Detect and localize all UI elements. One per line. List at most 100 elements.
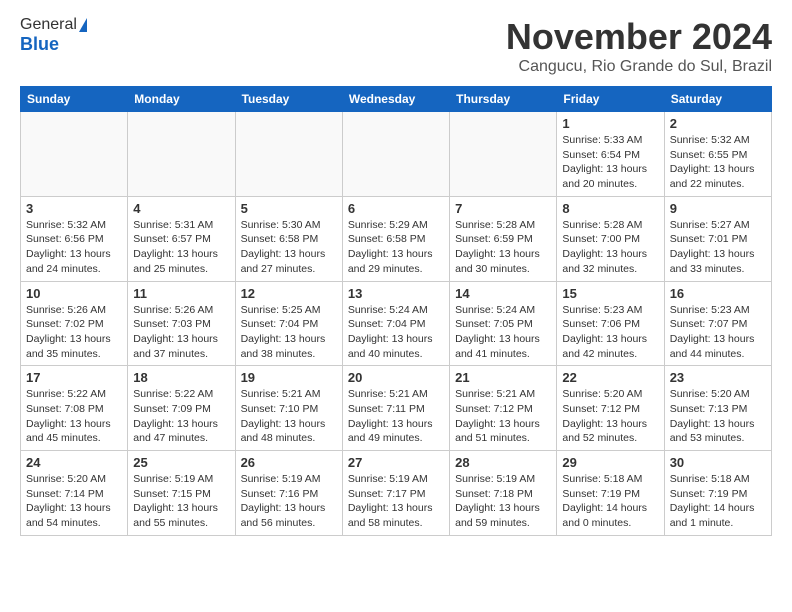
day-detail: Sunrise: 5:20 AM Sunset: 7:13 PM Dayligh… — [670, 387, 766, 446]
calendar-cell: 22 Sunrise: 5:20 AM Sunset: 7:12 PM Dayli… — [557, 366, 664, 451]
day-detail: Sunrise: 5:24 AM Sunset: 7:04 PM Dayligh… — [348, 303, 444, 362]
day-detail: Sunrise: 5:20 AM Sunset: 7:12 PM Dayligh… — [562, 387, 658, 446]
calendar-cell: 27 Sunrise: 5:19 AM Sunset: 7:17 PM Dayli… — [342, 451, 449, 536]
day-number: 1 — [562, 116, 658, 131]
weekday-header-sunday: Sunday — [21, 87, 128, 112]
calendar-cell: 23 Sunrise: 5:20 AM Sunset: 7:13 PM Dayli… — [664, 366, 771, 451]
day-detail: Sunrise: 5:32 AM Sunset: 6:55 PM Dayligh… — [670, 133, 766, 192]
calendar-cell: 12 Sunrise: 5:25 AM Sunset: 7:04 PM Dayli… — [235, 281, 342, 366]
calendar-cell: 10 Sunrise: 5:26 AM Sunset: 7:02 PM Dayli… — [21, 281, 128, 366]
calendar-cell: 7Sunrise: 5:28 AM Sunset: 6:59 PM Daylig… — [450, 196, 557, 281]
day-detail: Sunrise: 5:29 AM Sunset: 6:58 PM Dayligh… — [348, 218, 444, 277]
day-number: 28 — [455, 455, 551, 470]
day-number: 27 — [348, 455, 444, 470]
calendar-cell — [342, 112, 449, 197]
logo-triangle-icon — [79, 18, 87, 32]
day-detail: Sunrise: 5:20 AM Sunset: 7:14 PM Dayligh… — [26, 472, 122, 531]
month-title: November 2024 — [506, 16, 772, 58]
day-number: 29 — [562, 455, 658, 470]
weekday-header-monday: Monday — [128, 87, 235, 112]
day-detail: Sunrise: 5:30 AM Sunset: 6:58 PM Dayligh… — [241, 218, 337, 277]
calendar-cell: 21Sunrise: 5:21 AM Sunset: 7:12 PM Dayli… — [450, 366, 557, 451]
day-detail: Sunrise: 5:25 AM Sunset: 7:04 PM Dayligh… — [241, 303, 337, 362]
calendar-cell: 5 Sunrise: 5:30 AM Sunset: 6:58 PM Daylig… — [235, 196, 342, 281]
calendar-cell: 30 Sunrise: 5:18 AM Sunset: 7:19 PM Dayli… — [664, 451, 771, 536]
day-number: 26 — [241, 455, 337, 470]
calendar-cell: 6 Sunrise: 5:29 AM Sunset: 6:58 PM Daylig… — [342, 196, 449, 281]
calendar-cell — [235, 112, 342, 197]
day-number: 5 — [241, 201, 337, 216]
day-detail: Sunrise: 5:26 AM Sunset: 7:03 PM Dayligh… — [133, 303, 229, 362]
calendar-cell: 24 Sunrise: 5:20 AM Sunset: 7:14 PM Dayli… — [21, 451, 128, 536]
day-detail: Sunrise: 5:18 AM Sunset: 7:19 PM Dayligh… — [670, 472, 766, 531]
day-detail: Sunrise: 5:19 AM Sunset: 7:17 PM Dayligh… — [348, 472, 444, 531]
logo-general-text: General — [20, 16, 77, 34]
day-number: 24 — [26, 455, 122, 470]
week-row-1: 1 Sunrise: 5:33 AM Sunset: 6:54 PM Daylig… — [21, 112, 772, 197]
day-number: 19 — [241, 370, 337, 385]
day-number: 10 — [26, 286, 122, 301]
calendar-cell: 16 Sunrise: 5:23 AM Sunset: 7:07 PM Dayli… — [664, 281, 771, 366]
day-number: 22 — [562, 370, 658, 385]
day-number: 14 — [455, 286, 551, 301]
day-number: 25 — [133, 455, 229, 470]
day-number: 12 — [241, 286, 337, 301]
calendar-cell — [450, 112, 557, 197]
title-block: November 2024 Cangucu, Rio Grande do Sul… — [506, 16, 772, 76]
calendar-cell: 14 Sunrise: 5:24 AM Sunset: 7:05 PM Dayli… — [450, 281, 557, 366]
page-header: General Blue November 2024 Cangucu, Rio … — [20, 16, 772, 76]
week-row-5: 24 Sunrise: 5:20 AM Sunset: 7:14 PM Dayli… — [21, 451, 772, 536]
day-detail: Sunrise: 5:22 AM Sunset: 7:09 PM Dayligh… — [133, 387, 229, 446]
day-number: 2 — [670, 116, 766, 131]
calendar-cell: 18 Sunrise: 5:22 AM Sunset: 7:09 PM Dayli… — [128, 366, 235, 451]
calendar-cell: 19 Sunrise: 5:21 AM Sunset: 7:10 PM Dayli… — [235, 366, 342, 451]
day-number: 30 — [670, 455, 766, 470]
day-detail: Sunrise: 5:32 AM Sunset: 6:56 PM Dayligh… — [26, 218, 122, 277]
week-row-2: 3Sunrise: 5:32 AM Sunset: 6:56 PM Daylig… — [21, 196, 772, 281]
weekday-header-saturday: Saturday — [664, 87, 771, 112]
weekday-header-friday: Friday — [557, 87, 664, 112]
weekday-header-tuesday: Tuesday — [235, 87, 342, 112]
day-detail: Sunrise: 5:23 AM Sunset: 7:06 PM Dayligh… — [562, 303, 658, 362]
day-number: 13 — [348, 286, 444, 301]
day-detail: Sunrise: 5:33 AM Sunset: 6:54 PM Dayligh… — [562, 133, 658, 192]
calendar-cell: 1 Sunrise: 5:33 AM Sunset: 6:54 PM Daylig… — [557, 112, 664, 197]
calendar-cell: 8Sunrise: 5:28 AM Sunset: 7:00 PM Daylig… — [557, 196, 664, 281]
day-number: 17 — [26, 370, 122, 385]
location-text: Cangucu, Rio Grande do Sul, Brazil — [506, 58, 772, 76]
calendar-cell: 26 Sunrise: 5:19 AM Sunset: 7:16 PM Dayli… — [235, 451, 342, 536]
calendar-cell: 2 Sunrise: 5:32 AM Sunset: 6:55 PM Daylig… — [664, 112, 771, 197]
calendar-cell: 20Sunrise: 5:21 AM Sunset: 7:11 PM Dayli… — [342, 366, 449, 451]
calendar-cell: 17 Sunrise: 5:22 AM Sunset: 7:08 PM Dayli… — [21, 366, 128, 451]
day-detail: Sunrise: 5:23 AM Sunset: 7:07 PM Dayligh… — [670, 303, 766, 362]
day-detail: Sunrise: 5:24 AM Sunset: 7:05 PM Dayligh… — [455, 303, 551, 362]
day-detail: Sunrise: 5:21 AM Sunset: 7:10 PM Dayligh… — [241, 387, 337, 446]
calendar-cell — [128, 112, 235, 197]
day-detail: Sunrise: 5:22 AM Sunset: 7:08 PM Dayligh… — [26, 387, 122, 446]
weekday-header-wednesday: Wednesday — [342, 87, 449, 112]
week-row-3: 10 Sunrise: 5:26 AM Sunset: 7:02 PM Dayli… — [21, 281, 772, 366]
day-detail: Sunrise: 5:31 AM Sunset: 6:57 PM Dayligh… — [133, 218, 229, 277]
day-number: 16 — [670, 286, 766, 301]
calendar-cell: 15 Sunrise: 5:23 AM Sunset: 7:06 PM Dayli… — [557, 281, 664, 366]
day-detail: Sunrise: 5:19 AM Sunset: 7:16 PM Dayligh… — [241, 472, 337, 531]
day-number: 15 — [562, 286, 658, 301]
day-detail: Sunrise: 5:26 AM Sunset: 7:02 PM Dayligh… — [26, 303, 122, 362]
logo: General Blue — [20, 16, 87, 55]
calendar-cell: 4 Sunrise: 5:31 AM Sunset: 6:57 PM Daylig… — [128, 196, 235, 281]
day-detail: Sunrise: 5:27 AM Sunset: 7:01 PM Dayligh… — [670, 218, 766, 277]
day-detail: Sunrise: 5:28 AM Sunset: 6:59 PM Dayligh… — [455, 218, 551, 277]
day-detail: Sunrise: 5:18 AM Sunset: 7:19 PM Dayligh… — [562, 472, 658, 531]
week-row-4: 17 Sunrise: 5:22 AM Sunset: 7:08 PM Dayli… — [21, 366, 772, 451]
day-number: 18 — [133, 370, 229, 385]
day-detail: Sunrise: 5:19 AM Sunset: 7:18 PM Dayligh… — [455, 472, 551, 531]
day-detail: Sunrise: 5:28 AM Sunset: 7:00 PM Dayligh… — [562, 218, 658, 277]
calendar-cell: 28 Sunrise: 5:19 AM Sunset: 7:18 PM Dayli… — [450, 451, 557, 536]
day-number: 23 — [670, 370, 766, 385]
day-detail: Sunrise: 5:19 AM Sunset: 7:15 PM Dayligh… — [133, 472, 229, 531]
weekday-header-row: SundayMondayTuesdayWednesdayThursdayFrid… — [21, 87, 772, 112]
day-number: 21 — [455, 370, 551, 385]
day-number: 4 — [133, 201, 229, 216]
day-number: 6 — [348, 201, 444, 216]
weekday-header-thursday: Thursday — [450, 87, 557, 112]
